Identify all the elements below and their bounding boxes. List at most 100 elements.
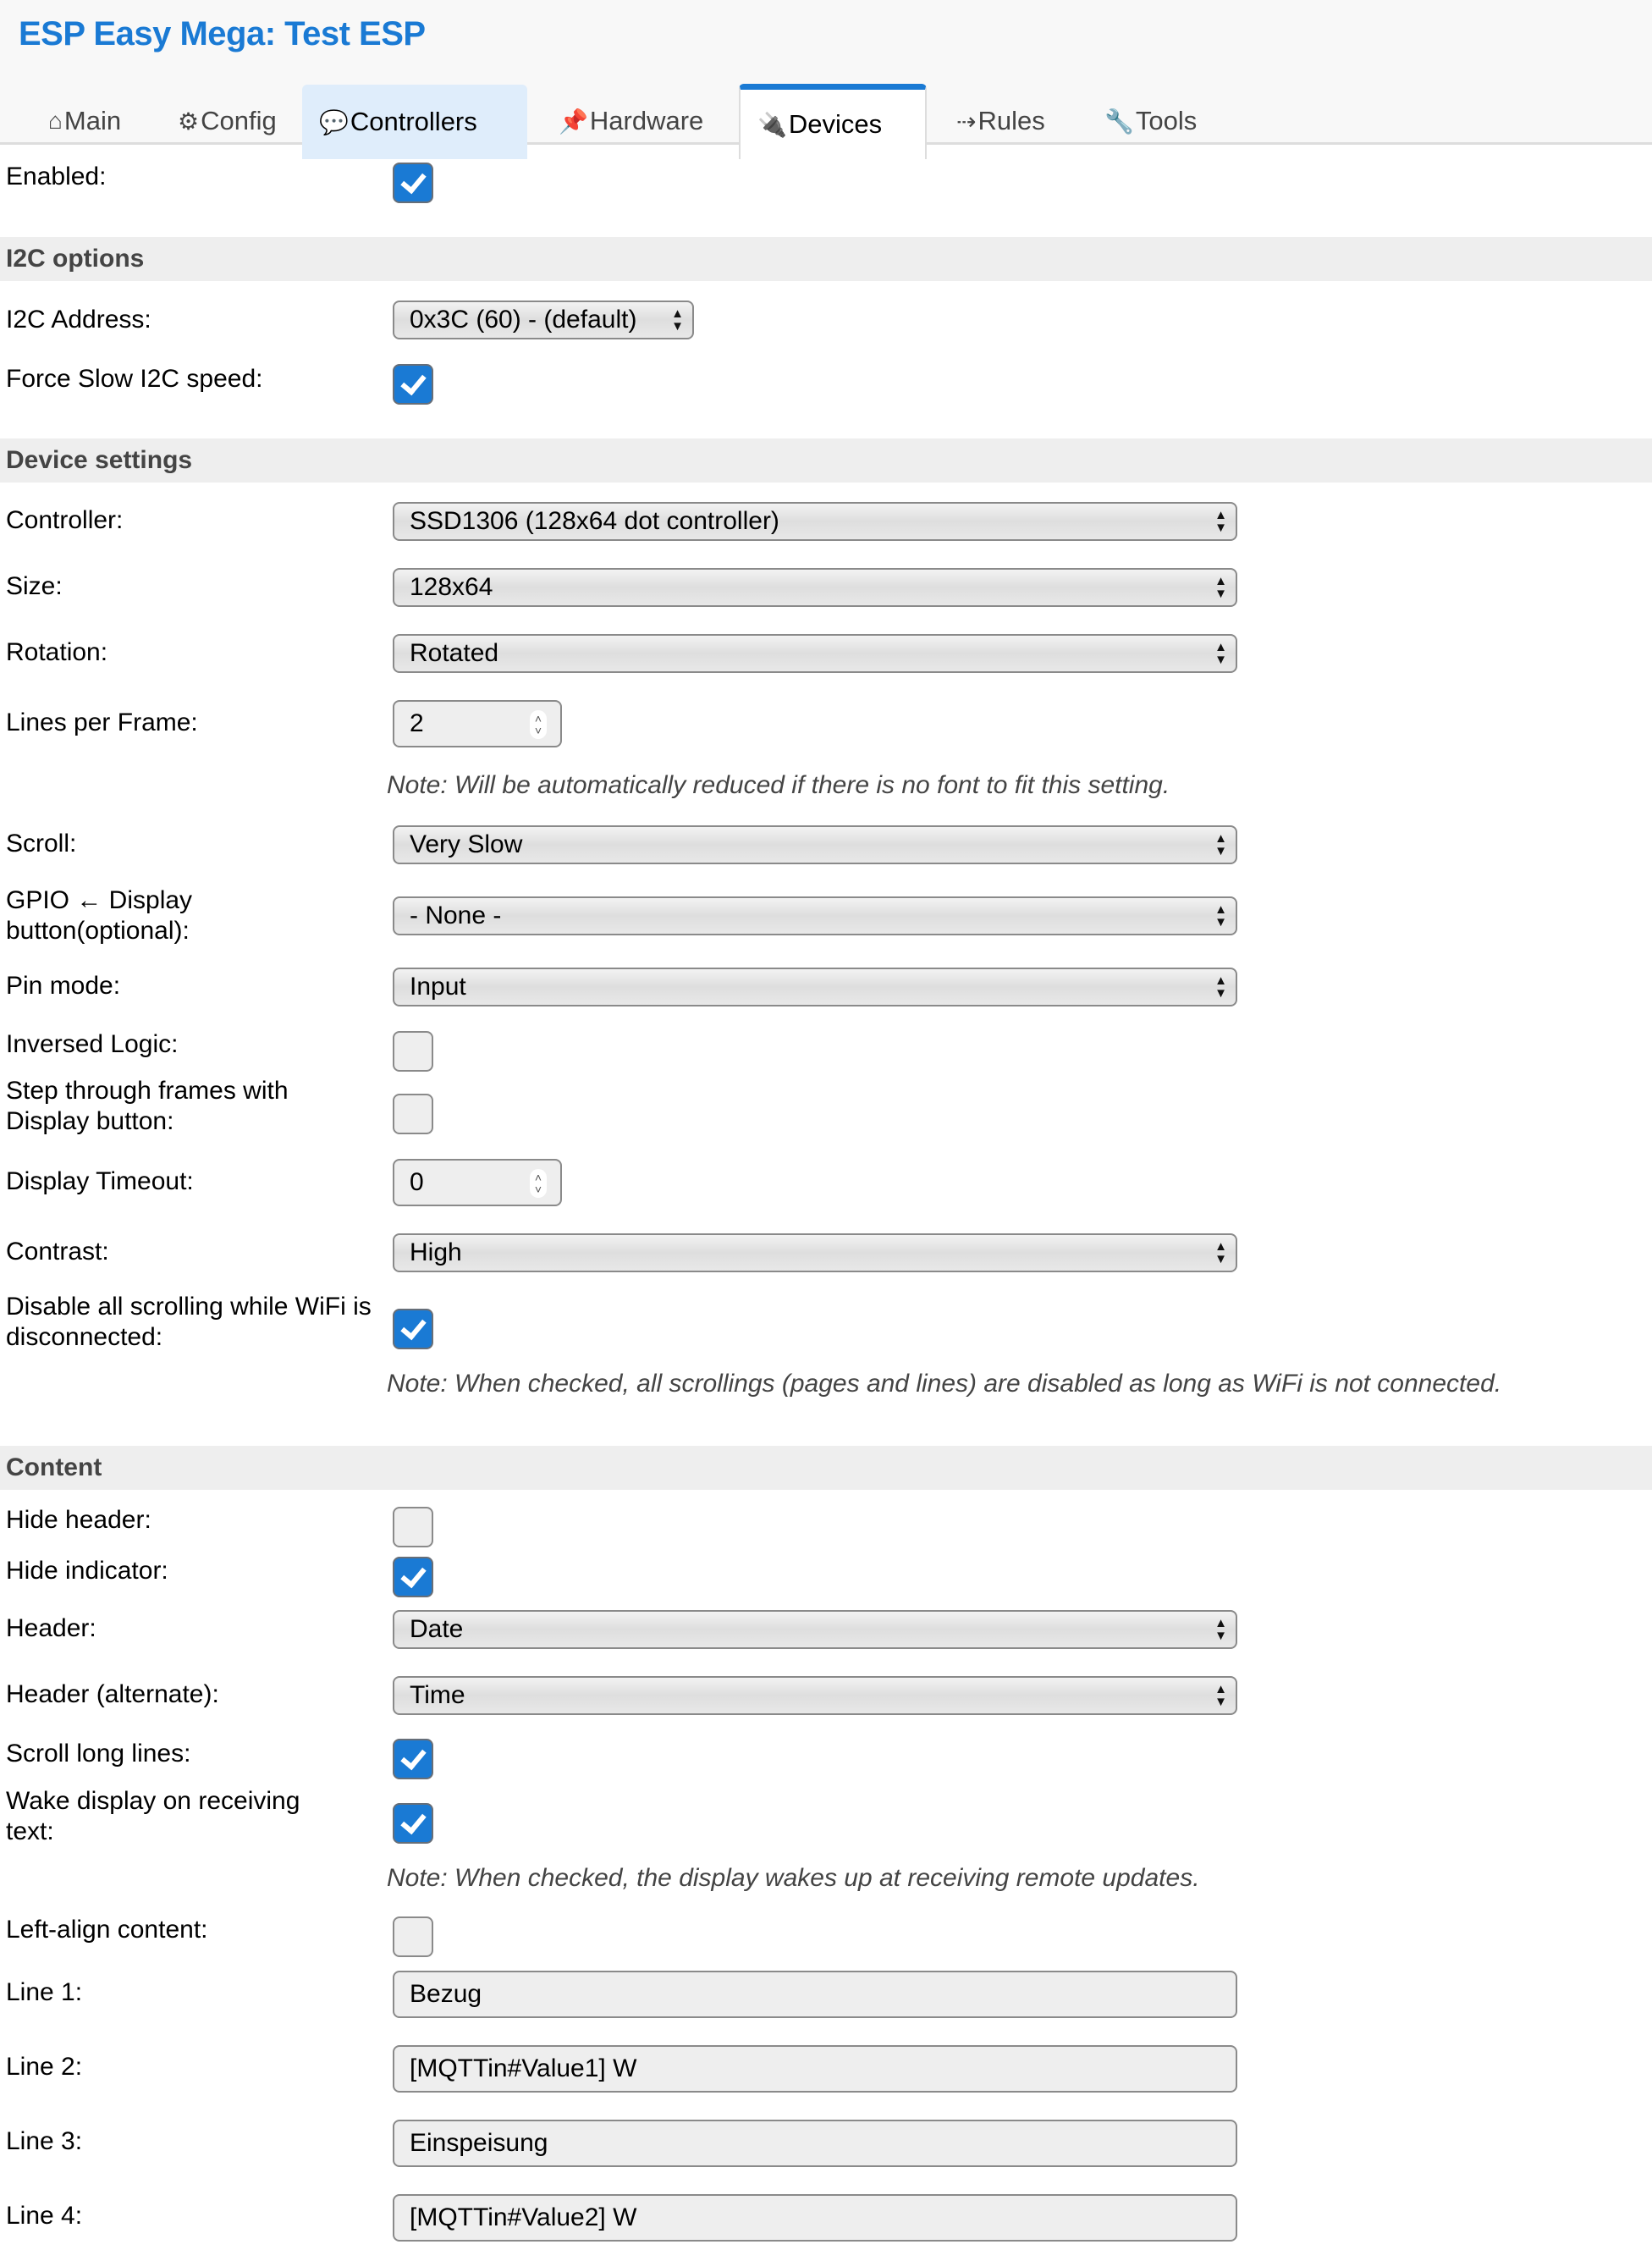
speech-bubble-icon: 💬 [319, 108, 349, 135]
i2c-address-select[interactable]: 0x3C (60) - (default) ▲ ▼ [393, 301, 694, 339]
hide-header-checkbox[interactable] [393, 1507, 433, 1547]
updown-arrows-icon: ▲ ▼ [1214, 902, 1227, 929]
hide-indicator-label: Hide indicator: [6, 1557, 168, 1585]
disable-scrolling-label: Disable all scrolling while WiFi is disc… [6, 1293, 372, 1351]
line-4-input[interactable]: [MQTTin#Value2] W [393, 2194, 1237, 2242]
inversed-logic-checkbox[interactable] [393, 1031, 433, 1072]
updown-arrows-icon: ▲ ▼ [1214, 973, 1227, 1001]
updown-arrows-icon: ▲ ▼ [1214, 574, 1227, 601]
tab-tools[interactable]: 🔧 Tools [1088, 85, 1214, 157]
tab-devices[interactable]: 🔌 Devices [739, 84, 927, 159]
tab-config[interactable]: ⚙ Config [161, 85, 294, 157]
input-value: Bezug [410, 1980, 482, 2008]
input-value: [MQTTin#Value1] W [410, 2054, 637, 2082]
tab-label: Config [201, 106, 277, 135]
inversed-logic-label: Inversed Logic: [6, 1030, 179, 1058]
scroll-label: Scroll: [6, 830, 77, 858]
section-content: Content [0, 1446, 1652, 1490]
scroll-select[interactable]: Very Slow ▲ ▼ [393, 825, 1237, 864]
wrench-icon: 🔧 [1104, 108, 1134, 135]
header-alternate-label: Header (alternate): [6, 1680, 219, 1708]
display-timeout-label: Display Timeout: [6, 1167, 194, 1195]
size-select[interactable]: 128x64 ▲ ▼ [393, 568, 1237, 607]
step-through-frames-checkbox[interactable] [393, 1094, 433, 1134]
pushpin-icon: 📌 [559, 108, 588, 135]
pin-mode-select[interactable]: Input ▲ ▼ [393, 968, 1237, 1006]
line-2-input[interactable]: [MQTTin#Value1] W [393, 2045, 1237, 2093]
tab-main[interactable]: ⌂ Main [31, 85, 138, 157]
select-value: High [410, 1238, 462, 1266]
scroll-long-lines-label: Scroll long lines: [6, 1740, 191, 1767]
select-value: Rotated [410, 639, 499, 667]
select-value: 128x64 [410, 573, 493, 601]
updown-arrows-icon: ▲ ▼ [671, 306, 684, 334]
tab-label: Main [63, 106, 122, 135]
line-3-input[interactable]: Einspeisung [393, 2120, 1237, 2167]
updown-arrows-icon: ▲ ▼ [1214, 640, 1227, 667]
header-alternate-select[interactable]: Time ▲ ▼ [393, 1676, 1237, 1715]
left-align-label: Left-align content: [6, 1916, 208, 1944]
select-value: 0x3C (60) - (default) [410, 306, 637, 334]
select-value: SSD1306 (128x64 dot controller) [410, 507, 779, 535]
tab-label: Tools [1135, 106, 1198, 135]
select-value: Input [410, 973, 466, 1001]
updown-arrows-icon: ▲ ▼ [1214, 831, 1227, 858]
tab-controllers[interactable]: 💬 Controllers [302, 85, 527, 159]
plug-icon: 🔌 [757, 111, 787, 138]
force-slow-i2c-checkbox[interactable] [393, 364, 433, 405]
page-title: ESP Easy Mega: Test ESP [19, 15, 426, 52]
contrast-select[interactable]: High ▲ ▼ [393, 1233, 1237, 1272]
line-1-input[interactable]: Bezug [393, 1971, 1237, 2018]
select-value: Date [410, 1615, 464, 1643]
step-through-frames-label: Step through frames with Display button: [6, 1077, 289, 1135]
updown-arrows-icon: ▲ ▼ [1214, 1682, 1227, 1709]
spinner-icon[interactable]: ˄ ˅ [530, 710, 547, 739]
tab-label: Controllers [350, 107, 477, 136]
contrast-label: Contrast: [6, 1238, 109, 1266]
enabled-checkbox[interactable] [393, 163, 433, 203]
tab-hardware[interactable]: 📌 Hardware [542, 85, 720, 157]
input-value: [MQTTin#Value2] W [410, 2203, 637, 2231]
updown-arrows-icon: ▲ ▼ [1214, 508, 1227, 535]
gear-icon: ⚙ [178, 108, 200, 135]
left-align-checkbox[interactable] [393, 1916, 433, 1957]
input-value: Einspeisung [410, 2129, 548, 2157]
disable-scrolling-checkbox[interactable] [393, 1309, 433, 1349]
lines-per-frame-label: Lines per Frame: [6, 709, 198, 736]
header-select[interactable]: Date ▲ ▼ [393, 1610, 1237, 1649]
tab-label: Rules [977, 106, 1045, 135]
select-value: Time [410, 1681, 465, 1709]
arrow-right-icon: ⇢ [956, 108, 977, 135]
home-icon: ⌂ [48, 108, 63, 134]
section-device-settings: Device settings [0, 438, 1652, 483]
line-1-label: Line 1: [6, 1978, 83, 2006]
lines-per-frame-input[interactable]: 2 ˄ ˅ [393, 700, 562, 747]
rotation-select[interactable]: Rotated ▲ ▼ [393, 634, 1237, 673]
select-value: - None - [410, 902, 502, 929]
updown-arrows-icon: ▲ ▼ [1214, 1239, 1227, 1266]
hide-indicator-checkbox[interactable] [393, 1557, 433, 1597]
pin-mode-label: Pin mode: [6, 972, 121, 1000]
gpio-display-button-select[interactable]: - None - ▲ ▼ [393, 896, 1237, 935]
tab-label: Hardware [589, 106, 704, 135]
section-i2c-options: I2C options [0, 237, 1652, 281]
top-navigation-bar: ESP Easy Mega: Test ESP ⌂ Main ⚙ Config … [0, 0, 1652, 159]
header-label: Header: [6, 1614, 96, 1642]
controller-select[interactable]: SSD1306 (128x64 dot controller) ▲ ▼ [393, 502, 1237, 541]
wake-display-checkbox[interactable] [393, 1803, 433, 1844]
input-value: 2 [410, 709, 424, 737]
gpio-display-button-label: GPIO ← Display button(optional): [6, 886, 193, 945]
spinner-icon[interactable]: ˄ ˅ [530, 1169, 547, 1198]
lines-per-frame-note: Note: Will be automatically reduced if t… [387, 771, 1170, 799]
wake-display-label: Wake display on receiving text: [6, 1787, 300, 1845]
force-slow-i2c-label: Force Slow I2C speed: [6, 365, 263, 393]
wake-display-note: Note: When checked, the display wakes up… [387, 1864, 1200, 1892]
scroll-long-lines-checkbox[interactable] [393, 1739, 433, 1779]
tab-rules[interactable]: ⇢ Rules [939, 85, 1062, 157]
i2c-address-label: I2C Address: [6, 306, 151, 334]
line-3-label: Line 3: [6, 2127, 83, 2155]
display-timeout-input[interactable]: 0 ˄ ˅ [393, 1159, 562, 1206]
line-2-label: Line 2: [6, 2053, 83, 2081]
line-4-label: Line 4: [6, 2202, 83, 2230]
rotation-label: Rotation: [6, 638, 108, 666]
